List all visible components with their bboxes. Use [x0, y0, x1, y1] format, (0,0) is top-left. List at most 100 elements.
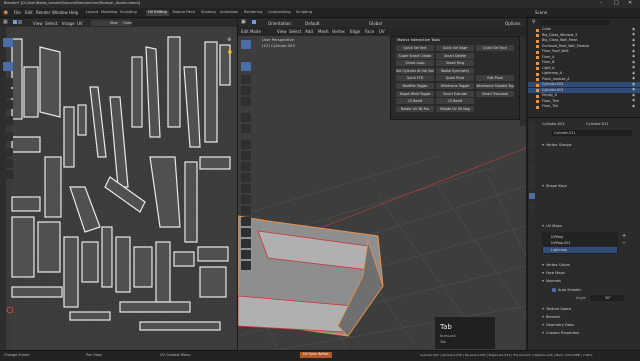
- material-icon[interactable]: [529, 203, 535, 209]
- eye-icon[interactable]: ◉: [632, 32, 635, 37]
- shear-icon[interactable]: [241, 250, 251, 259]
- orientation-dropdown[interactable]: Default: [305, 22, 320, 26]
- panel-section-header[interactable]: Normals: [542, 279, 561, 284]
- new-image-button[interactable]: New: [110, 21, 118, 26]
- tool-button[interactable]: Smart Ring: [436, 60, 474, 67]
- panel-section-header[interactable]: Vertex Groups: [542, 143, 572, 148]
- tab-shading[interactable]: Shading: [199, 10, 218, 16]
- eye-icon[interactable]: ◉: [632, 87, 635, 92]
- tool-button[interactable]: Wireframe Shaded Tog: [476, 83, 514, 89]
- select-box-icon[interactable]: [3, 38, 13, 47]
- inset-icon[interactable]: [241, 151, 251, 160]
- tab-modeling[interactable]: Modeling: [99, 10, 119, 16]
- menu-file[interactable]: File: [14, 11, 21, 15]
- tool-button[interactable]: Edit Pivot: [476, 75, 514, 82]
- uv-map-item[interactable]: UVMap.001: [543, 240, 617, 246]
- bevel-icon[interactable]: [241, 162, 251, 171]
- angle-field[interactable]: 30°: [590, 295, 624, 301]
- mesh-icon[interactable]: [529, 193, 535, 199]
- tool-button[interactable]: Quick Pivot: [436, 75, 474, 82]
- menu-window[interactable]: Window: [52, 11, 68, 15]
- uv-map-item[interactable]: UVMap: [543, 234, 617, 240]
- loop-cut-icon[interactable]: [241, 173, 251, 182]
- tool-button[interactable]: Set Cylinder at Obj Selet: [396, 67, 434, 74]
- tool-button[interactable]: Rotate UV 90 Pos: [396, 105, 434, 112]
- auto-smooth-checkbox[interactable]: [552, 288, 556, 292]
- annotate-icon[interactable]: [3, 132, 13, 141]
- viewport-menu-add[interactable]: Add: [305, 30, 313, 34]
- vertex-select-icon[interactable]: [252, 20, 256, 24]
- poly-build-icon[interactable]: [241, 195, 251, 204]
- remove-uv-map-button[interactable]: −: [622, 241, 626, 246]
- tool-button[interactable]: CS Bevel: [436, 98, 474, 105]
- grab-icon[interactable]: [3, 148, 13, 157]
- tab-scripting[interactable]: Scripting: [294, 10, 314, 16]
- tool-button[interactable]: Smart Loop: [396, 60, 434, 67]
- viewport-editor-type-icon[interactable]: ▣: [241, 20, 246, 25]
- viewport-menu-edge[interactable]: Edge: [350, 30, 360, 34]
- uv-menu-select[interactable]: Select: [45, 22, 57, 26]
- rotate-icon[interactable]: [3, 89, 13, 98]
- viewport-menu-vertex[interactable]: Vertex: [332, 30, 345, 34]
- minimize-button[interactable]: –: [600, 1, 603, 6]
- rip-icon[interactable]: [241, 261, 251, 270]
- scale-icon[interactable]: [3, 100, 13, 109]
- viewport-menu-face[interactable]: Face: [365, 30, 374, 34]
- menu-help[interactable]: Help: [69, 11, 78, 15]
- shrink-icon[interactable]: [241, 239, 251, 248]
- add-uv-map-button[interactable]: +: [622, 234, 626, 239]
- output-tab-icon[interactable]: [529, 143, 535, 149]
- render-tab-icon[interactable]: [529, 133, 535, 139]
- mode-selector[interactable]: Edit Mode: [241, 30, 261, 34]
- close-button[interactable]: ✕: [628, 1, 632, 6]
- eye-icon[interactable]: ◉: [632, 38, 635, 43]
- tab-compositing[interactable]: Compositing: [266, 10, 293, 16]
- panel-section-header[interactable]: Shape Keys: [542, 184, 567, 189]
- maximize-button[interactable]: □: [614, 1, 619, 6]
- knife-icon[interactable]: [241, 184, 251, 193]
- tool-button[interactable]: Smart Delete: [436, 52, 474, 59]
- sidebar-tabs[interactable]: [520, 36, 526, 126]
- tool-button[interactable]: Wireframe Toggle: [436, 83, 474, 89]
- uv-islands[interactable]: [0, 27, 237, 350]
- viewport-select-icon[interactable]: [241, 40, 251, 49]
- blender-logo-icon[interactable]: ◉: [3, 10, 8, 16]
- zoom-icon[interactable]: ⊕: [227, 38, 231, 43]
- move-icon[interactable]: [3, 78, 13, 87]
- uv-editor-canvas[interactable]: [0, 27, 237, 350]
- mesh-name-field[interactable]: Cylinder.011: [552, 130, 632, 136]
- panel-section-header[interactable]: Geometry Data: [542, 323, 574, 328]
- tool-button[interactable]: Rotate UV 90 Neg: [436, 105, 474, 112]
- uv-menu-view[interactable]: View: [33, 22, 43, 26]
- menu-edit[interactable]: Edit: [25, 11, 33, 15]
- annotate-icon[interactable]: [241, 113, 251, 122]
- pinch-icon[interactable]: [3, 170, 13, 179]
- tool-button[interactable]: Quick Sel Vert: [396, 45, 434, 51]
- viewport-move-icon[interactable]: [241, 75, 251, 84]
- tab-animation[interactable]: Animation: [218, 10, 240, 16]
- eye-icon[interactable]: ◉: [632, 49, 635, 54]
- uv-sync-icon[interactable]: [18, 20, 22, 24]
- eye-icon[interactable]: ◉: [632, 60, 635, 65]
- open-image-button[interactable]: Open: [123, 21, 132, 26]
- filter-icon[interactable]: ⚲: [532, 20, 536, 25]
- tool-button[interactable]: Quick FFD: [396, 75, 434, 82]
- viewport-menu-uv[interactable]: UV: [379, 30, 385, 34]
- viewport-menu-view[interactable]: View: [277, 30, 287, 34]
- panel-section-header[interactable]: Face Maps: [542, 271, 565, 276]
- eye-icon[interactable]: ◉: [632, 98, 635, 103]
- editor-type-icon[interactable]: ▦: [3, 20, 8, 25]
- tool-button[interactable]: Smart Translate: [476, 90, 514, 97]
- eye-icon[interactable]: ◉: [632, 71, 635, 76]
- wrench-icon[interactable]: [529, 183, 535, 189]
- menu-render[interactable]: Render: [36, 11, 50, 15]
- eye-icon[interactable]: ◉: [632, 104, 635, 109]
- eye-icon[interactable]: ◉: [632, 27, 635, 32]
- tab-uv-editing[interactable]: UV Editing: [146, 10, 169, 16]
- outliner-item[interactable]: Floor_Tile ◉: [528, 104, 640, 109]
- panel-section-header[interactable]: Remesh: [542, 315, 560, 320]
- smooth-icon[interactable]: [241, 217, 251, 226]
- relax-icon[interactable]: [3, 159, 13, 168]
- tool-button[interactable]: CS Bevel: [396, 98, 434, 105]
- pivot-dropdown[interactable]: Global: [369, 22, 382, 26]
